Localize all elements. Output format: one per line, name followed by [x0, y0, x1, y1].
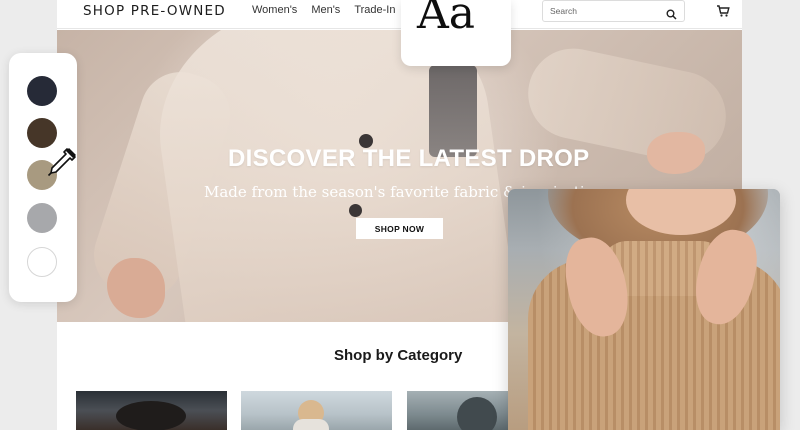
color-palette-panel	[9, 53, 77, 302]
category-tile[interactable]	[76, 391, 227, 430]
nav-link-trade-in[interactable]: Trade-In	[354, 4, 395, 16]
nav-link-womens[interactable]: Women's	[252, 4, 297, 16]
nav-links: Women's Men's Trade-In	[252, 4, 395, 16]
hero-title: DISCOVER THE LATEST DROP	[228, 145, 590, 172]
eyedropper-icon[interactable]	[45, 145, 79, 183]
search-input[interactable]	[550, 3, 660, 19]
top-navigation: SHOP PRE-OWNED Women's Men's Trade-In	[57, 0, 742, 29]
font-sample: Aa	[417, 0, 476, 39]
search-box	[542, 0, 685, 22]
hero-image-shirt	[429, 65, 477, 157]
nav-link-mens[interactable]: Men's	[311, 4, 340, 16]
hero-image-hand	[647, 132, 705, 174]
section-title: Shop by Category	[334, 347, 463, 364]
color-swatch[interactable]	[27, 118, 57, 148]
cart-icon[interactable]	[716, 3, 730, 22]
hero-image-button	[349, 204, 362, 217]
shop-now-button[interactable]: SHOP NOW	[356, 218, 443, 239]
product-photo-card	[508, 189, 780, 430]
search-icon[interactable]	[666, 5, 677, 24]
color-swatch[interactable]	[27, 247, 57, 277]
color-swatch[interactable]	[27, 76, 57, 106]
color-swatch[interactable]	[27, 203, 57, 233]
brand-logo[interactable]: SHOP PRE-OWNED	[83, 3, 226, 19]
hero-image-hand	[107, 258, 165, 318]
font-preview-card[interactable]: Aa	[401, 0, 511, 66]
category-tile[interactable]	[241, 391, 392, 430]
